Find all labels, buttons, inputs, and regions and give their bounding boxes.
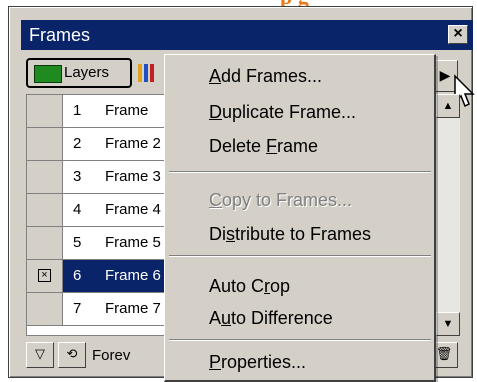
onion-skin-button[interactable]: ▽ xyxy=(26,342,54,368)
frame-gutter[interactable] xyxy=(27,194,63,226)
frame-number: 5 xyxy=(73,234,82,251)
frame-gutter[interactable]: × xyxy=(27,260,63,292)
arrow-right-icon: ▶ xyxy=(439,67,451,83)
frame-number: 2 xyxy=(73,135,82,152)
menu-item-duplicate-frame[interactable]: Duplicate Frame... xyxy=(209,101,356,123)
frame-name: Frame 4 xyxy=(105,201,161,218)
menu-item-auto-crop[interactable]: Auto Crop xyxy=(209,275,290,297)
triangle-up-icon: ▲ xyxy=(442,100,454,112)
loop-icon: ⟲ xyxy=(66,346,78,361)
frame-number: 4 xyxy=(73,201,82,218)
frame-gutter[interactable] xyxy=(27,128,63,160)
panel-titlebar[interactable]: Frames × xyxy=(21,20,473,50)
frame-gutter[interactable] xyxy=(27,293,63,325)
include-checkbox-icon[interactable]: × xyxy=(38,269,51,282)
frame-number: 6 xyxy=(73,267,82,284)
scroll-up-button[interactable]: ▲ xyxy=(436,94,460,118)
panel-title: Frames xyxy=(29,25,91,45)
close-button[interactable]: × xyxy=(448,25,468,44)
frame-name: Frame 6 xyxy=(105,267,161,284)
menu-separator xyxy=(169,339,431,341)
list-scrollbar[interactable]: ▲ ▼ xyxy=(436,94,460,336)
menu-item-copy-to-frames: Copy to Frames... xyxy=(209,190,353,210)
frame-name: Frame xyxy=(105,102,149,119)
scroll-down-button[interactable]: ▼ xyxy=(436,312,460,336)
frame-name: Frame 7 xyxy=(105,300,161,317)
frame-number: 1 xyxy=(73,102,82,119)
frame-gutter[interactable] xyxy=(27,95,63,127)
menu-separator xyxy=(169,171,431,173)
loop-label[interactable]: Forev xyxy=(92,347,130,364)
menu-separator xyxy=(169,255,431,257)
frame-number: 3 xyxy=(73,168,82,185)
frames-icon xyxy=(138,64,142,82)
frames-icon-strip xyxy=(144,64,148,82)
frame-number: 7 xyxy=(73,300,82,317)
loop-button[interactable]: ⟲ xyxy=(58,342,86,368)
frames-context-menu: Add Frames... Duplicate Frame... Delete … xyxy=(164,54,436,382)
frame-name: Frame 2 xyxy=(105,135,161,152)
tab-layers[interactable]: Layers xyxy=(26,58,132,88)
menu-item-distribute-to-frames[interactable]: Distribute to Frames xyxy=(209,223,371,245)
menu-item-delete-frame[interactable]: Delete Frame xyxy=(209,135,318,157)
menu-item-properties[interactable]: Properties... xyxy=(209,351,306,373)
tab-frames[interactable] xyxy=(138,64,162,82)
menu-item-add-frames[interactable]: Add Frames... xyxy=(209,65,322,87)
frame-name: Frame 5 xyxy=(105,234,161,251)
onion-skin-icon: ▽ xyxy=(35,346,45,361)
layers-icon xyxy=(34,65,62,83)
close-icon: × xyxy=(453,25,463,42)
menu-item-auto-difference[interactable]: Auto Difference xyxy=(209,307,333,329)
trash-icon: 🗑 xyxy=(435,346,453,361)
frame-gutter[interactable] xyxy=(27,161,63,193)
frame-gutter[interactable] xyxy=(27,227,63,259)
frames-icon-strip xyxy=(150,64,154,82)
tab-layers-label: Layers xyxy=(64,64,110,81)
triangle-down-icon: ▼ xyxy=(442,318,454,330)
frame-name: Frame 3 xyxy=(105,168,161,185)
